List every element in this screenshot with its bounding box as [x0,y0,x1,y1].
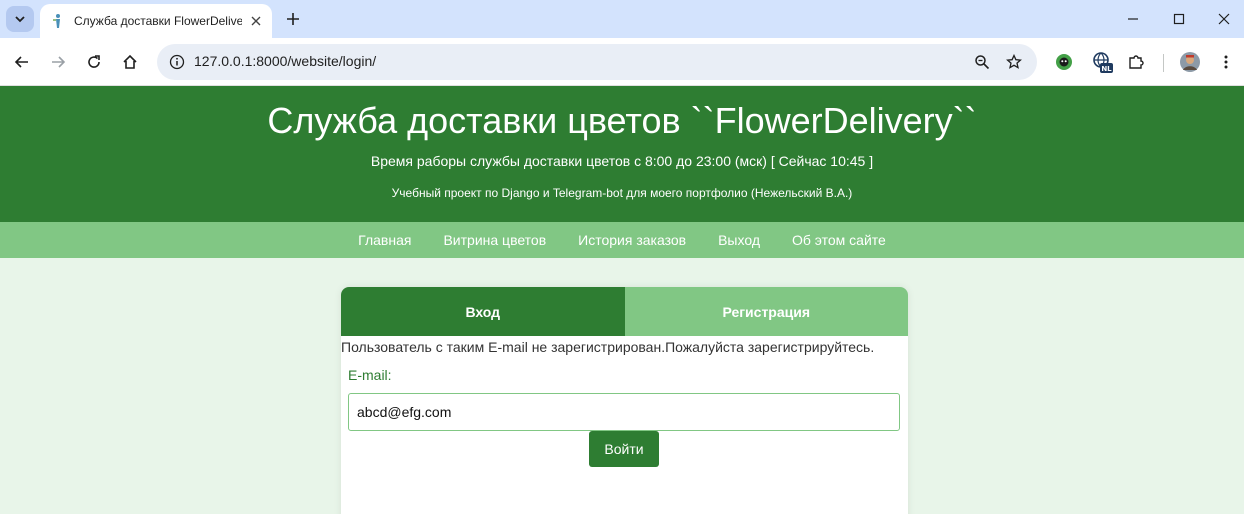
address-bar[interactable]: 127.0.0.1:8000/website/login/ [157,44,1037,80]
arrow-right-icon [52,56,66,68]
profile-avatar[interactable] [1178,50,1202,74]
site-info-icon[interactable] [165,50,189,74]
minimize-icon [1128,18,1138,20]
tab-title: Служба доставки FlowerDelivery [74,14,242,28]
home-button[interactable] [116,48,144,76]
auth-tabs: Вход Регистрация [341,287,908,336]
site-header: Служба доставки цветов ``FlowerDelivery`… [0,86,1244,222]
maximize-button[interactable] [1156,0,1202,38]
browser-menu-icon[interactable] [1214,50,1238,74]
browser-tabstrip: Служба доставки FlowerDelivery [0,0,1244,38]
tab-register[interactable]: Регистрация [624,287,908,336]
reload-button[interactable] [80,48,108,76]
address-url[interactable]: 127.0.0.1:8000/website/login/ [194,53,376,69]
email-field[interactable] [348,393,900,431]
chevron-down-icon [15,16,25,23]
nav-link-about[interactable]: Об этом сайте [792,232,886,248]
plus-icon [287,13,299,25]
reload-icon [88,55,100,68]
email-label: E-mail: [348,367,392,383]
nav-link-home[interactable]: Главная [358,232,411,248]
main-nav: Главная Витрина цветов История заказов В… [0,222,1244,258]
maximize-icon [1173,13,1185,25]
arrow-left-icon [14,56,28,68]
tab-close-icon[interactable] [248,13,264,29]
minimize-button[interactable] [1110,0,1156,38]
working-hours: Время раборы службы доставки цветов с 8:… [370,153,874,169]
nav-link-logout[interactable]: Выход [718,232,760,248]
login-button[interactable]: Войти [589,431,659,467]
forward-button[interactable] [44,48,72,76]
bookmark-star-icon[interactable] [1004,52,1024,72]
extension-green-icon[interactable] [1052,50,1076,74]
page-title: Служба доставки цветов ``FlowerDelivery`… [267,100,977,141]
nav-link-orders[interactable]: История заказов [578,232,686,248]
back-button[interactable] [8,48,36,76]
tab-search-button[interactable] [6,6,34,32]
nav-link-catalog[interactable]: Витрина цветов [443,232,546,248]
close-icon [1218,13,1230,25]
extension-vpn-icon[interactable]: NL [1090,50,1114,74]
new-tab-button[interactable] [282,8,304,30]
extension-badge: NL [1101,65,1112,73]
site-favicon-icon [50,13,66,29]
close-window-button[interactable] [1201,0,1244,38]
tab-login[interactable]: Вход [341,287,625,336]
home-icon [123,54,137,69]
error-message: Пользователь с таким E-mail не зарегистр… [341,339,875,355]
browser-tab[interactable]: Служба доставки FlowerDelivery [40,4,272,38]
browser-toolbar: 127.0.0.1:8000/website/login/ NL [0,38,1244,86]
toolbar-divider [1163,54,1164,72]
project-note: Учебный проект по Django и Telegram-bot … [391,186,853,200]
zoom-icon[interactable] [972,52,992,72]
auth-card: Вход Регистрация Пользователь с таким E-… [341,287,908,514]
extensions-puzzle-icon[interactable] [1124,50,1148,74]
